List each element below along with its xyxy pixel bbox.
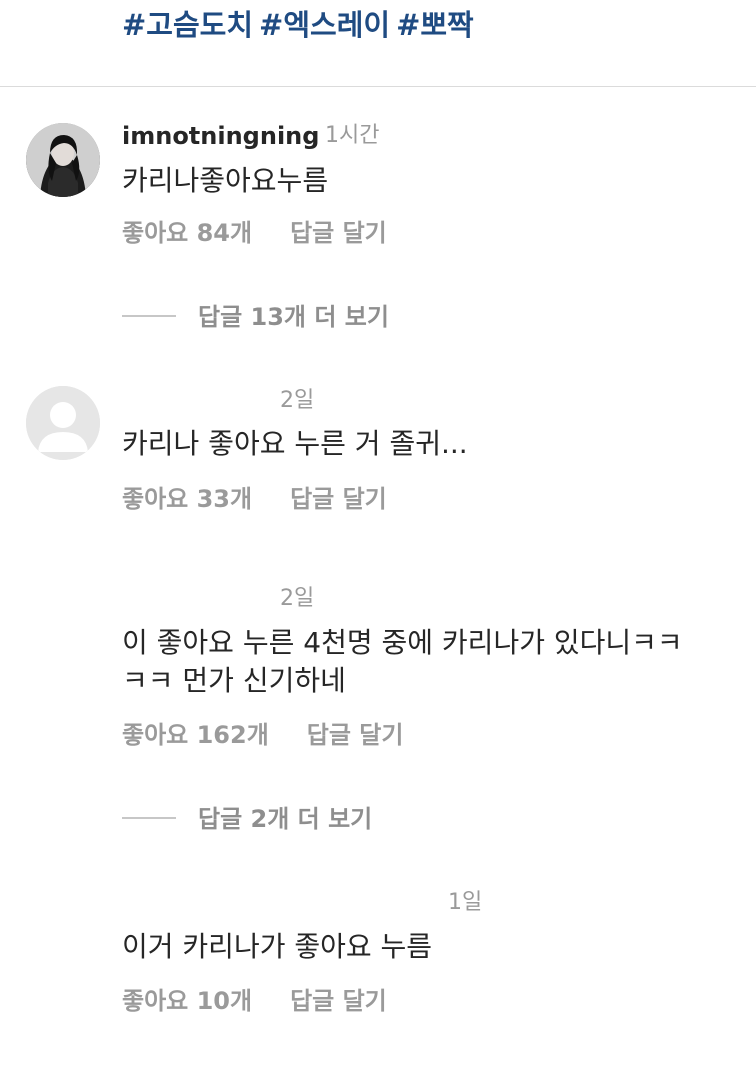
comment-text: 이거 카리나가 좋아요 누름 (122, 930, 433, 963)
view-more-replies-label: 답글 2개 더 보기 (198, 805, 373, 833)
hashtag-link[interactable]: #엑스레이 (259, 8, 390, 42)
hashtag-link[interactable]: #뽀짝 (396, 8, 474, 42)
comment-actions: 좋아요 33개 답글 달기 (122, 484, 387, 514)
view-more-replies-button[interactable]: 답글 13개 더 보기 (122, 302, 389, 332)
likes-count[interactable]: 좋아요 33개 (122, 485, 252, 513)
view-more-replies-label: 답글 13개 더 보기 (198, 303, 389, 331)
reply-button[interactable]: 답글 달기 (290, 219, 387, 247)
comment-username[interactable]: imnotningning (122, 121, 319, 151)
view-more-replies-button[interactable]: 답글 2개 더 보기 (122, 804, 372, 834)
comment-actions: 좋아요 84개 답글 달기 (122, 218, 387, 248)
hashtag-link[interactable]: #고슴도치 (122, 8, 253, 42)
likes-count[interactable]: 좋아요 84개 (122, 219, 252, 247)
reply-button[interactable]: 답글 달기 (290, 485, 387, 513)
comment-time: 1일 (448, 890, 483, 915)
default-avatar-icon (26, 386, 100, 460)
comment-actions: 좋아요 10개 답글 달기 (122, 986, 387, 1016)
comment-text: 카리나좋아요누름 (122, 164, 329, 197)
replies-line-divider (122, 817, 176, 819)
profile-photo-icon (26, 123, 100, 197)
comment-text-line-1: 이 좋아요 누른 4천명 중에 카리나가 있다니ㅋㅋ (122, 626, 683, 659)
reply-button[interactable]: 답글 달기 (307, 721, 404, 749)
comment-time: 2일 (280, 586, 315, 611)
replies-line-divider (122, 315, 176, 317)
caption-hashtags: #고슴도치 #엑스레이 #뽀짝 (122, 4, 480, 46)
avatar[interactable] (26, 123, 100, 197)
comment-text-line-2: ㅋㅋ 먼가 신기하네 (122, 664, 346, 697)
avatar[interactable] (26, 386, 100, 460)
reply-button[interactable]: 답글 달기 (290, 987, 387, 1015)
section-divider (0, 86, 756, 87)
likes-count[interactable]: 좋아요 162개 (122, 721, 269, 749)
likes-count[interactable]: 좋아요 10개 (122, 987, 252, 1015)
comment-time: 1시간 (325, 123, 380, 148)
comment-text: 카리나 좋아요 누른 거 졸귀... (122, 427, 468, 460)
comment-actions: 좋아요 162개 답글 달기 (122, 720, 403, 750)
comment-time: 2일 (280, 388, 315, 413)
